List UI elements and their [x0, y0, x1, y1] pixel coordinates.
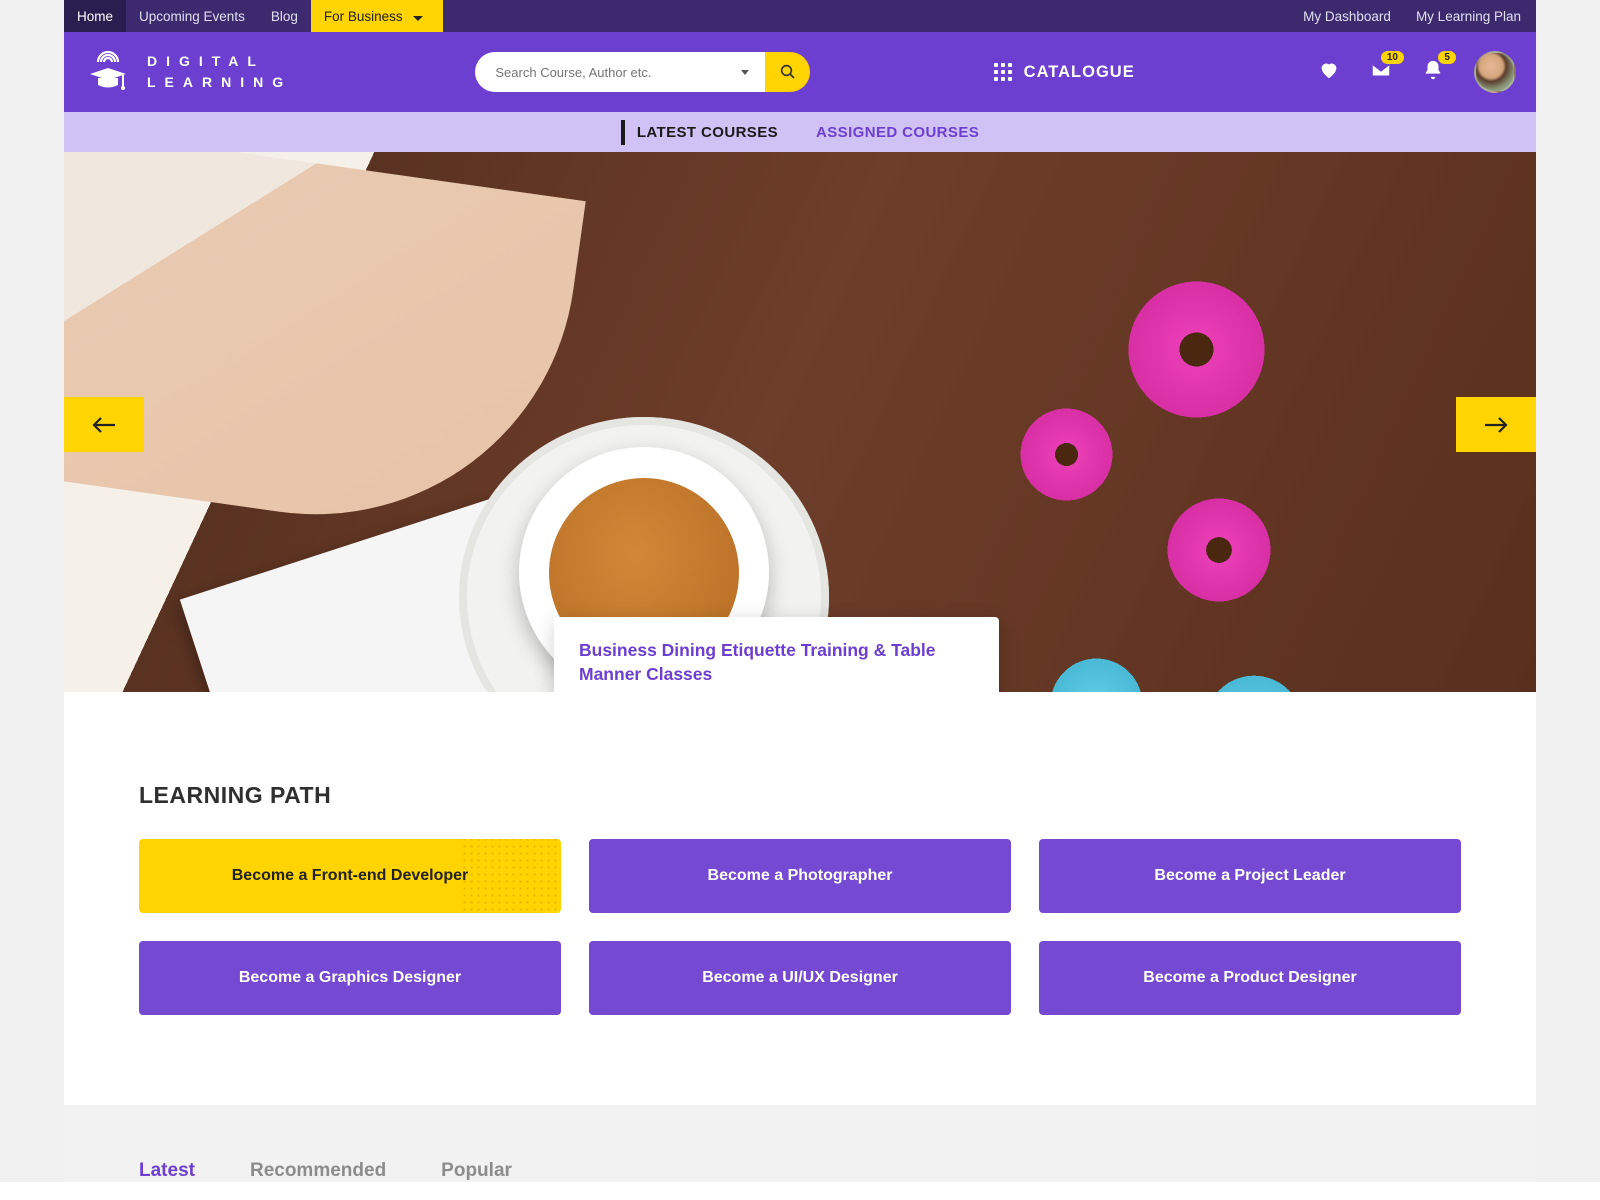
topbar-left: Home Upcoming Events Blog For Business — [64, 0, 443, 32]
logo-text: DIGITAL LEARNING — [147, 51, 292, 93]
search-input[interactable] — [495, 65, 741, 80]
topnav-upcoming-events[interactable]: Upcoming Events — [126, 0, 258, 32]
learning-path-section: LEARNING PATH Become a Front-end Develop… — [64, 692, 1536, 1105]
apps-grid-icon — [994, 63, 1012, 81]
hero-course-card: Business Dining Etiquette Training & Tab… — [554, 617, 999, 692]
arrow-right-icon — [1483, 416, 1509, 434]
heart-icon — [1318, 59, 1340, 81]
topnav-for-business[interactable]: For Business — [311, 0, 443, 32]
chevron-down-icon — [411, 9, 423, 24]
arrow-left-icon — [91, 416, 117, 434]
messages-button[interactable]: 10 — [1370, 59, 1392, 86]
header: DIGITAL LEARNING CATALOGUE — [64, 32, 1536, 112]
logo-icon — [84, 48, 132, 96]
logo-text-line1: DIGITAL — [147, 51, 292, 72]
header-actions: 10 5 — [1318, 51, 1516, 93]
carousel-prev-button[interactable] — [64, 397, 144, 452]
carousel-next-button[interactable] — [1456, 397, 1536, 452]
course-subnav: LATEST COURSES ASSIGNED COURSES — [64, 112, 1536, 152]
notifications-button[interactable]: 5 — [1422, 59, 1444, 86]
topnav-home[interactable]: Home — [64, 0, 126, 32]
catalogue-link[interactable]: CATALOGUE — [994, 63, 1135, 82]
hero-image-decor — [1184, 662, 1324, 692]
topnav-my-dashboard[interactable]: My Dashboard — [1303, 9, 1391, 24]
learning-path-card[interactable]: Become a UI/UX Designer — [589, 941, 1011, 1015]
learning-path-card[interactable]: Become a Graphics Designer — [139, 941, 561, 1015]
user-avatar[interactable] — [1474, 51, 1516, 93]
topbar: Home Upcoming Events Blog For Business M… — [64, 0, 1536, 32]
learning-path-card[interactable]: Become a Front-end Developer — [139, 839, 561, 913]
search-bar — [475, 52, 810, 92]
topnav-my-learning-plan[interactable]: My Learning Plan — [1416, 9, 1521, 24]
tab-latest[interactable]: Latest — [139, 1160, 195, 1182]
search-icon — [779, 63, 797, 81]
logo[interactable]: DIGITAL LEARNING — [84, 48, 292, 96]
course-list-section: Latest Recommended Popular — [64, 1105, 1536, 1182]
favourites-button[interactable] — [1318, 59, 1340, 86]
course-list-tabs: Latest Recommended Popular — [139, 1160, 1461, 1182]
logo-text-line2: LEARNING — [147, 72, 292, 93]
hero-image-decor — [1149, 480, 1289, 620]
search-dropdown-icon[interactable] — [741, 70, 749, 75]
tab-recommended[interactable]: Recommended — [250, 1160, 386, 1182]
hero-image-decor — [1004, 392, 1129, 517]
topnav-blog[interactable]: Blog — [258, 0, 311, 32]
topnav-for-business-label: For Business — [324, 9, 403, 24]
notifications-badge: 5 — [1438, 51, 1456, 64]
learning-path-card[interactable]: Become a Project Leader — [1039, 839, 1461, 913]
learning-path-card[interactable]: Become a Photographer — [589, 839, 1011, 913]
learning-path-grid: Become a Front-end Developer Become a Pho… — [139, 839, 1461, 1015]
messages-badge: 10 — [1381, 51, 1404, 64]
hero-course-title: Business Dining Etiquette Training & Tab… — [579, 639, 974, 686]
catalogue-label: CATALOGUE — [1024, 63, 1135, 82]
hero-carousel: Business Dining Etiquette Training & Tab… — [64, 152, 1536, 692]
hero-image-decor — [1104, 257, 1289, 442]
learning-path-card[interactable]: Become a Product Designer — [1039, 941, 1461, 1015]
search-input-wrap[interactable] — [475, 52, 765, 92]
subnav-assigned-courses[interactable]: ASSIGNED COURSES — [816, 120, 979, 145]
learning-path-title: LEARNING PATH — [139, 782, 1461, 809]
topbar-right: My Dashboard My Learning Plan — [1303, 9, 1536, 24]
tab-popular[interactable]: Popular — [441, 1160, 512, 1182]
hero-image-decor — [1034, 642, 1159, 692]
subnav-latest-courses[interactable]: LATEST COURSES — [621, 120, 778, 145]
search-button[interactable] — [765, 52, 810, 92]
